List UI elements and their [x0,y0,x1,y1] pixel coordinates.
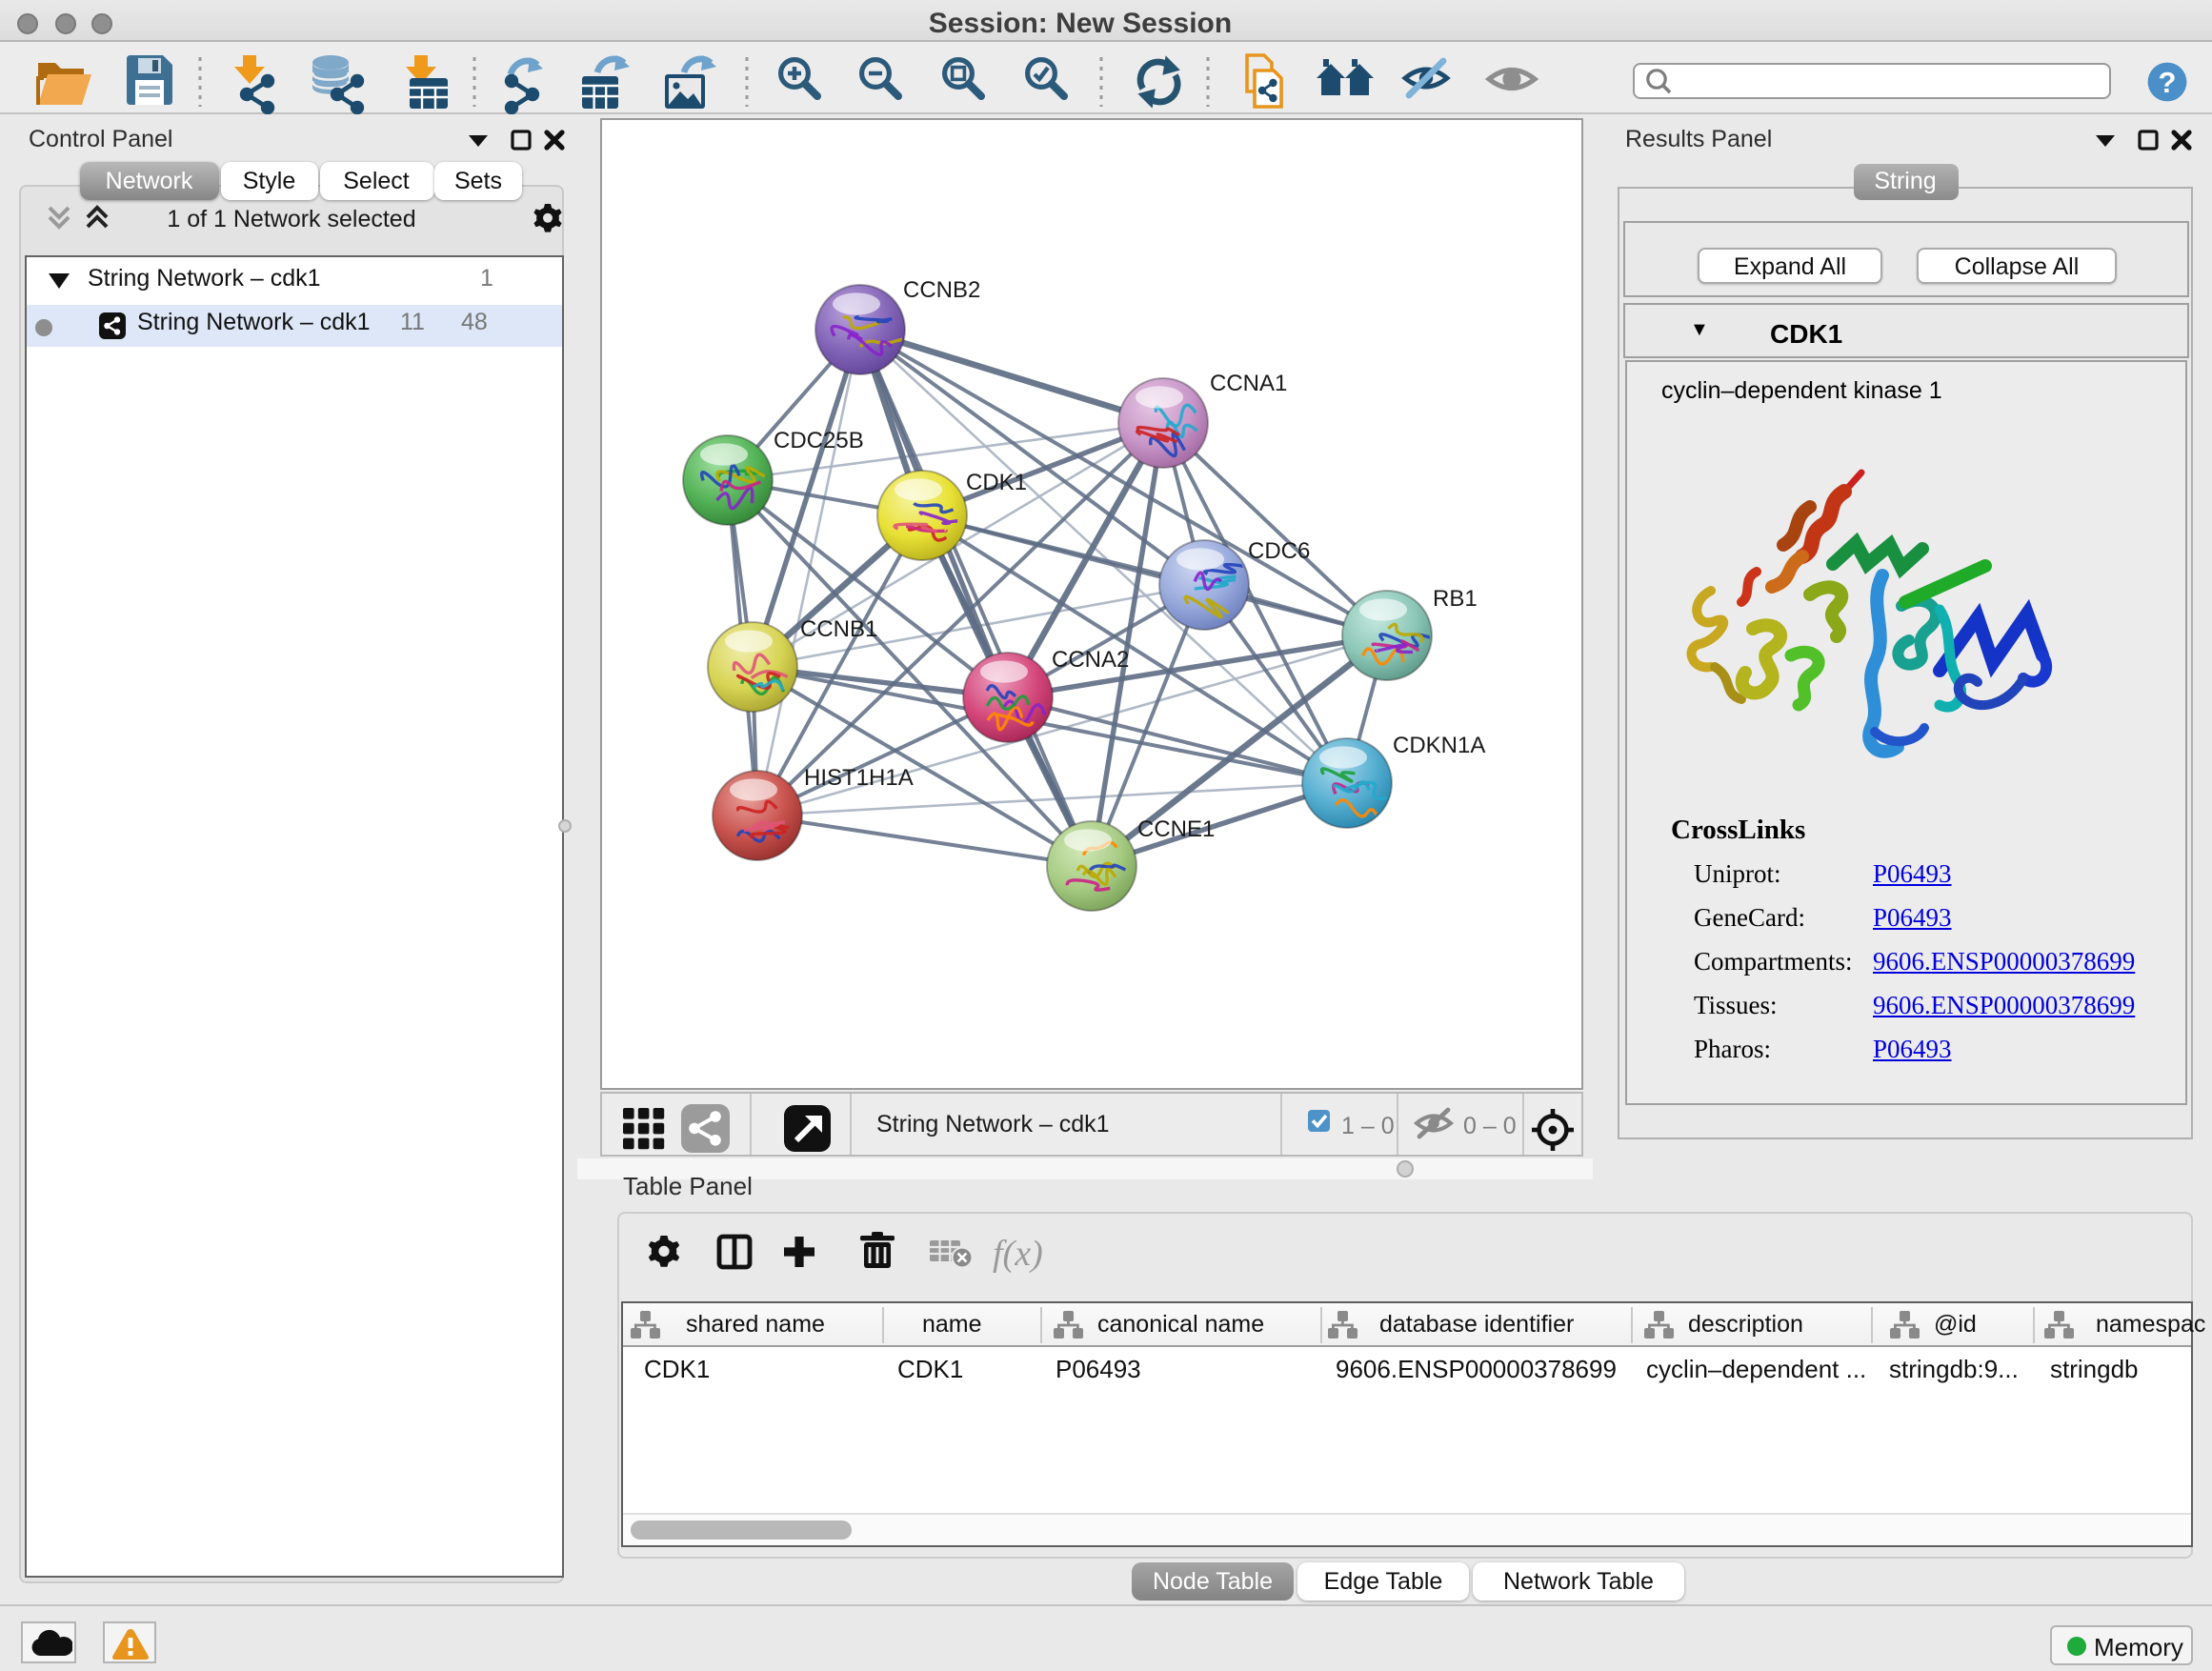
svg-text:?: ? [2159,66,2177,99]
svg-text:CCNA1: CCNA1 [1210,371,1287,396]
svg-text:CCNE1: CCNE1 [1137,816,1215,842]
svg-text:CDKN1A: CDKN1A [1393,733,1485,758]
svg-text:CCNA2: CCNA2 [1052,647,1129,673]
svg-text:f(x): f(x) [992,1234,1042,1274]
svg-text:CCNB2: CCNB2 [903,277,980,303]
svg-text:CDC6: CDC6 [1248,538,1310,564]
svg-text:CDC25B: CDC25B [774,428,864,453]
svg-text:RB1: RB1 [1433,586,1478,612]
svg-text:CCNB1: CCNB1 [800,616,877,642]
svg-text:CDK1: CDK1 [966,470,1027,495]
svg-text:HIST1H1A: HIST1H1A [804,765,914,791]
